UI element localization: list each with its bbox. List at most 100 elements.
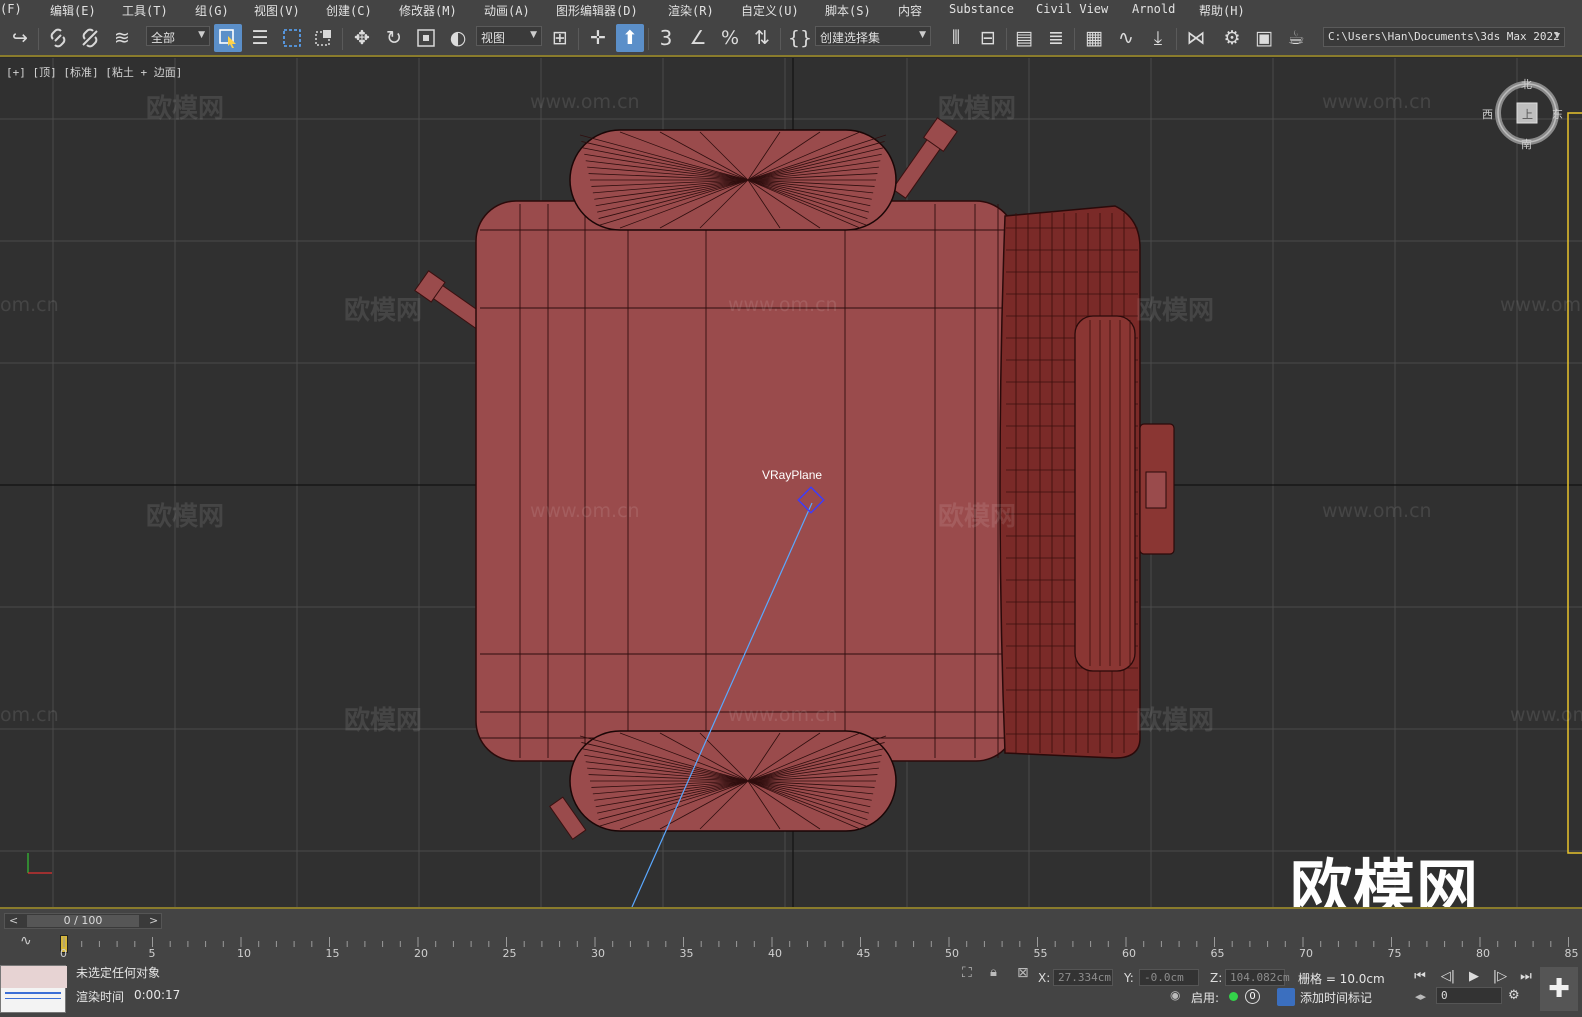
rectangular-selection-icon[interactable] [278, 24, 306, 52]
angle-snap-icon[interactable]: ∠ [684, 24, 712, 52]
menu-tools[interactable]: 工具(T) [122, 2, 168, 19]
menu-content[interactable]: 内容 [898, 2, 922, 19]
menu-substance[interactable]: Substance [949, 2, 1014, 16]
menu-help[interactable]: 帮助(H) [1199, 2, 1245, 19]
viewport-label-menu[interactable]: [+] [顶] [标准] [粘土 + 边面] [6, 64, 182, 80]
time-config-icon[interactable]: ⚙ [1508, 988, 1520, 1003]
tick-label: 75 [1387, 947, 1402, 960]
link-icon[interactable] [44, 24, 72, 52]
move-icon[interactable]: ✥ [348, 24, 376, 52]
bind-space-warp-icon[interactable]: ≋ [108, 24, 136, 52]
viewcube-face-top[interactable]: 上 [1522, 106, 1533, 122]
y-coordinate-field[interactable]: -0.0cm [1139, 969, 1199, 986]
viewcube[interactable]: 北 南 东 西 上 [1482, 78, 1563, 151]
toolbar-separator [780, 28, 781, 50]
menu-animation[interactable]: 动画(A) [484, 2, 530, 19]
scene-explorer-icon[interactable]: ▤ [1010, 24, 1038, 52]
edit-named-selection-icon[interactable]: {} [786, 24, 814, 52]
keyboard-shortcut-override-icon[interactable]: ⬆ [616, 24, 644, 52]
z-coordinate-field[interactable]: 104.082cm [1225, 969, 1290, 986]
select-manipulate-icon[interactable]: ✛ [584, 24, 612, 52]
watermark: om.cn [0, 704, 59, 726]
watermark: www.om.cn [728, 704, 838, 726]
go-to-start-icon[interactable]: ⏮ [1408, 965, 1432, 987]
toggle-ribbon-icon[interactable]: ▦ [1080, 24, 1108, 52]
x-coordinate-field[interactable]: 27.334cm [1053, 969, 1113, 986]
watermark: om.cn [0, 294, 59, 316]
viewcube-north[interactable]: 北 [1521, 76, 1532, 92]
project-path-dropdown[interactable]: C:\Users\Han\Documents\3ds Max 2022 ▼ [1323, 27, 1565, 47]
align-icon[interactable]: ⊟ [974, 24, 1002, 52]
menu-edit[interactable]: 编辑(E) [50, 2, 96, 19]
select-object-icon[interactable] [214, 24, 242, 52]
unlink-icon[interactable] [76, 24, 104, 52]
viewcube-west[interactable]: 西 [1482, 106, 1493, 122]
watermark: www.om.cn [1322, 91, 1432, 113]
isolate-selection-icon[interactable]: ⛶ [962, 965, 972, 981]
menu-customize[interactable]: 自定义(U) [741, 2, 799, 19]
watermark: www.om.cn [1500, 294, 1582, 316]
viewcube-east[interactable]: 东 [1552, 106, 1563, 122]
enable-count-badge: 0 [1245, 989, 1260, 1004]
selection-filter-dropdown[interactable]: 全部 ▼ [146, 26, 210, 46]
main-toolbar: ↪ ≋ 全部 ▼ ☰ ✥ ↻ ◐ 视图 ▼ ⊞ ✛ ⬆ 3 ∠ % ⇅ {} 创… [0, 20, 1582, 57]
adaptive-degradation-icon[interactable]: ◉ [1170, 988, 1180, 1002]
schematic-view-icon[interactable]: ⋈ [1182, 24, 1210, 52]
menu-civil-view[interactable]: Civil View [1036, 2, 1108, 16]
tick-label: 35 [679, 947, 694, 960]
add-time-tag-label[interactable]: 添加时间标记 [1300, 989, 1372, 1006]
top-viewport[interactable]: [+] [顶] [标准] [粘土 + 边面] 欧模网 www.om.cn 欧模网… [0, 58, 1582, 907]
dope-sheet-icon[interactable]: ⤓ [1144, 24, 1172, 52]
watermark: 欧模网 [146, 502, 225, 532]
menu-create[interactable]: 创建(C) [326, 2, 372, 19]
layer-explorer-icon[interactable]: ≣ [1042, 24, 1070, 52]
next-frame-icon[interactable]: |▷ [1488, 965, 1512, 987]
percent-snap-icon[interactable]: % [716, 24, 744, 52]
menu-file[interactable]: (F) [0, 2, 22, 16]
scale-icon[interactable] [412, 24, 440, 52]
time-slider-frame[interactable]: 0 / 100 [27, 915, 139, 927]
go-to-end-icon[interactable]: ⏭ [1514, 965, 1538, 987]
viewcube-south[interactable]: 南 [1521, 136, 1532, 152]
current-frame-field[interactable]: 0 [1436, 987, 1502, 1004]
chevron-right-icon[interactable]: > [149, 914, 158, 927]
watermark: 欧模网 [938, 94, 1017, 124]
curve-editor-icon[interactable]: ∿ [1112, 24, 1140, 52]
menu-modifiers[interactable]: 修改器(M) [399, 2, 457, 19]
menu-view[interactable]: 视图(V) [254, 2, 300, 19]
menu-group[interactable]: 组(G) [195, 2, 229, 19]
reference-coordinate-dropdown[interactable]: 视图 ▼ [476, 26, 542, 46]
snaps-toggle-icon[interactable]: 3 [652, 24, 680, 52]
watermark: 欧模网 [1136, 296, 1215, 326]
redo-icon[interactable]: ↪ [6, 24, 34, 52]
watermark: www.om.cn [530, 500, 640, 522]
chevron-left-icon[interactable]: < [9, 914, 18, 927]
placement-icon[interactable]: ◐ [444, 24, 472, 52]
key-mode-icon[interactable]: ◂▸ [1415, 990, 1426, 1003]
axis-tripod-icon [27, 853, 52, 874]
menu-arnold[interactable]: Arnold [1132, 2, 1175, 16]
menu-graph-editors[interactable]: 图形编辑器(D) [556, 2, 638, 19]
time-tag-icon[interactable] [1277, 988, 1295, 1006]
menu-scripting[interactable]: 脚本(S) [825, 2, 871, 19]
absolute-mode-icon[interactable]: ⊠ [1017, 965, 1029, 981]
time-slider[interactable]: < 0 / 100 > [4, 913, 162, 929]
track-bar[interactable]: ∿ 0 5 10 15 20 25 30 35 40 45 50 55 60 65 70 75 80 85 [0, 931, 1582, 961]
render-production-icon[interactable]: ☕ [1282, 24, 1310, 52]
menu-rendering[interactable]: 渲染(R) [668, 2, 714, 19]
maxscript-listener-preview[interactable] [0, 965, 67, 1013]
rendered-frame-window-icon[interactable]: ▣ [1250, 24, 1278, 52]
window-crossing-icon[interactable] [310, 24, 338, 52]
lock-icon[interactable]: 🔒︎ [990, 965, 997, 980]
previous-frame-icon[interactable]: ◁| [1436, 965, 1460, 987]
select-by-name-icon[interactable]: ☰ [246, 24, 274, 52]
spinner-snap-icon[interactable]: ⇅ [748, 24, 776, 52]
mirror-icon[interactable]: ⫴ [942, 24, 970, 52]
named-selection-dropdown[interactable]: 创建选择集 ▼ [815, 26, 931, 46]
viewport-canvas[interactable] [0, 58, 1582, 907]
play-icon[interactable]: ▶ [1462, 965, 1486, 987]
zoom-extents-icon[interactable]: ✚ [1540, 967, 1578, 1011]
pivot-center-icon[interactable]: ⊞ [546, 24, 574, 52]
rotate-icon[interactable]: ↻ [380, 24, 408, 52]
render-setup-icon[interactable]: ⚙ [1218, 24, 1246, 52]
